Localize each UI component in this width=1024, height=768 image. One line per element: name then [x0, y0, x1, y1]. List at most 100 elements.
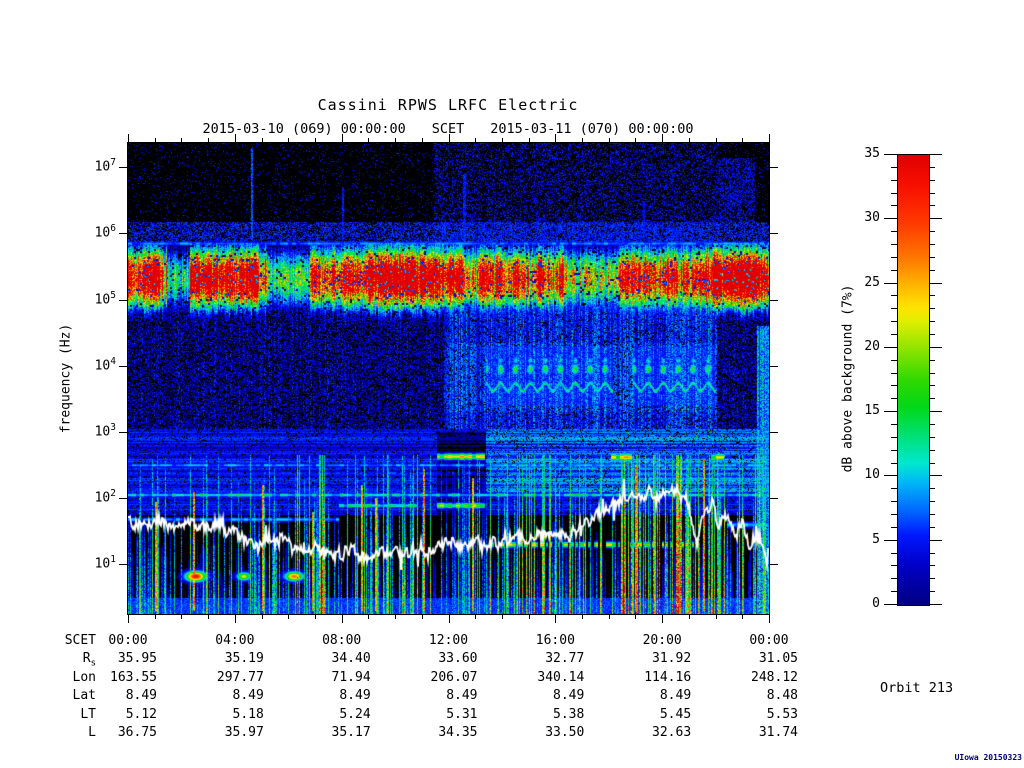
x-axis-tick-top: [501, 138, 503, 142]
colorbar-tick-right: [929, 578, 935, 580]
x-axis-tick-bottom: [288, 615, 290, 619]
ephemeris-value: 32.77: [545, 651, 585, 667]
x-axis-tick-bottom: [662, 615, 664, 623]
x-axis-tick-top: [448, 134, 450, 142]
x-axis-tick-top: [368, 138, 370, 142]
x-axis-tick-bottom: [341, 615, 343, 623]
ephemeris-value: 5.45: [659, 706, 692, 722]
colorbar-tick-right: [929, 398, 935, 400]
colorbar-tick-left: [891, 308, 897, 310]
colorbar-tick-right: [929, 526, 935, 528]
colorbar-tick-label: 35: [864, 146, 880, 161]
x-axis-tick-top: [234, 134, 236, 142]
cassini-rpws-figure: { "title": "Cassini RPWS LRFC Electric",…: [0, 0, 1024, 768]
colorbar-tick-right: [929, 591, 935, 593]
x-axis-tick-top: [769, 134, 770, 142]
colorbar-tick-right: [929, 372, 935, 374]
ephemeris-value: 36.75: [117, 725, 157, 741]
colorbar-tick-right: [929, 424, 935, 425]
ephemeris-value: 31.05: [758, 651, 798, 667]
colorbar-tick-left: [891, 591, 897, 593]
y-axis-tick-right: [770, 431, 778, 433]
colorbar-tick-left: [891, 166, 897, 168]
colorbar-tick-left: [891, 205, 897, 207]
colorbar: [897, 154, 930, 606]
y-axis-tick-left: [119, 233, 127, 235]
x-axis-tick-bottom: [475, 615, 477, 619]
ephemeris-row-label: SCET: [64, 633, 96, 648]
x-axis-tick-top: [555, 134, 557, 142]
x-axis-tick-bottom: [582, 615, 584, 619]
ephemeris-value: 114.16: [644, 669, 692, 685]
colorbar-tick-left: [884, 604, 897, 605]
y-axis-tick-right: [770, 498, 778, 500]
y-axis-tick-left: [119, 299, 127, 301]
ephemeris-value: 04:00: [215, 633, 255, 648]
x-axis-tick-bottom: [769, 615, 770, 623]
colorbar-tick-right: [929, 218, 942, 220]
colorbar-tick-left: [891, 295, 897, 297]
colorbar-tick-label: 5: [872, 531, 880, 547]
colorbar-tick-left: [891, 398, 897, 400]
y-axis-label: 105: [94, 289, 116, 307]
x-axis-tick-bottom: [501, 615, 503, 619]
x-axis-tick-top: [715, 138, 717, 142]
y-axis-tick-left: [119, 167, 127, 169]
y-axis-tick-left: [119, 498, 127, 500]
colorbar-title: dB above background (7%): [840, 284, 856, 473]
x-axis-tick-bottom: [314, 615, 316, 619]
x-axis-tick-bottom: [154, 615, 156, 619]
y-axis-tick-left: [119, 564, 127, 566]
ephemeris-value: 12:00: [428, 633, 469, 648]
x-axis-tick-top: [341, 134, 343, 142]
ephemeris-value: 8.49: [339, 688, 371, 704]
colorbar-tick-label: 25: [864, 274, 880, 290]
colorbar-tick-left: [891, 372, 897, 374]
x-axis-tick-top: [208, 138, 210, 142]
orbit-label: Orbit 213: [880, 680, 954, 696]
y-axis-label: 103: [94, 421, 116, 440]
colorbar-tick-left: [891, 424, 897, 425]
colorbar-tick-right: [929, 321, 935, 323]
ephemeris-value: 35.95: [117, 651, 157, 667]
colorbar-tick-left: [891, 231, 897, 233]
x-axis-tick-top: [314, 138, 316, 142]
y-axis-tick-right: [770, 167, 778, 169]
y-axis-tick-right: [770, 365, 778, 367]
colorbar-tick-left: [884, 539, 897, 541]
colorbar-tick-right: [929, 604, 942, 605]
colorbar-tick-left: [891, 449, 897, 451]
x-axis-tick-top: [742, 138, 744, 142]
ephemeris-value: 248.12: [751, 669, 798, 685]
colorbar-tick-left: [884, 282, 897, 284]
x-axis-tick-top: [154, 138, 156, 142]
ephemeris-value: 00:00: [749, 633, 789, 648]
ephemeris-value: 71.94: [331, 669, 371, 685]
x-axis-tick-bottom: [608, 615, 610, 619]
x-axis-tick-bottom: [368, 615, 370, 619]
colorbar-tick-right: [929, 539, 942, 541]
ephemeris-value: 16:00: [535, 633, 575, 648]
ephemeris-row-label: Lon: [72, 669, 96, 685]
colorbar-tick-left: [891, 436, 897, 438]
y-axis-tick-left: [119, 431, 127, 433]
colorbar-tick-left: [884, 411, 897, 413]
colorbar-tick-right: [929, 231, 935, 233]
page-title: Cassini RPWS LRFC Electric: [317, 96, 579, 114]
x-axis-tick-top: [608, 138, 610, 142]
x-axis-tick-top: [662, 134, 664, 142]
ephemeris-value: 08:00: [322, 633, 362, 648]
x-axis-tick-top: [635, 138, 637, 142]
ephemeris-value: 5.53: [766, 706, 798, 722]
x-axis-tick-bottom: [448, 615, 450, 623]
colorbar-tick-right: [929, 269, 935, 271]
ephemeris-row-label: Lat: [72, 688, 96, 704]
colorbar-tick-left: [891, 359, 897, 361]
ephemeris-value: 35.19: [224, 651, 264, 667]
colorbar-tick-right: [929, 359, 935, 361]
ephemeris-value: 5.18: [232, 706, 264, 722]
ephemeris-value: 5.12: [125, 706, 157, 722]
x-axis-tick-bottom: [208, 615, 210, 619]
ephemeris-value: 00:00: [108, 633, 148, 648]
ephemeris-row-label: L: [88, 725, 96, 741]
